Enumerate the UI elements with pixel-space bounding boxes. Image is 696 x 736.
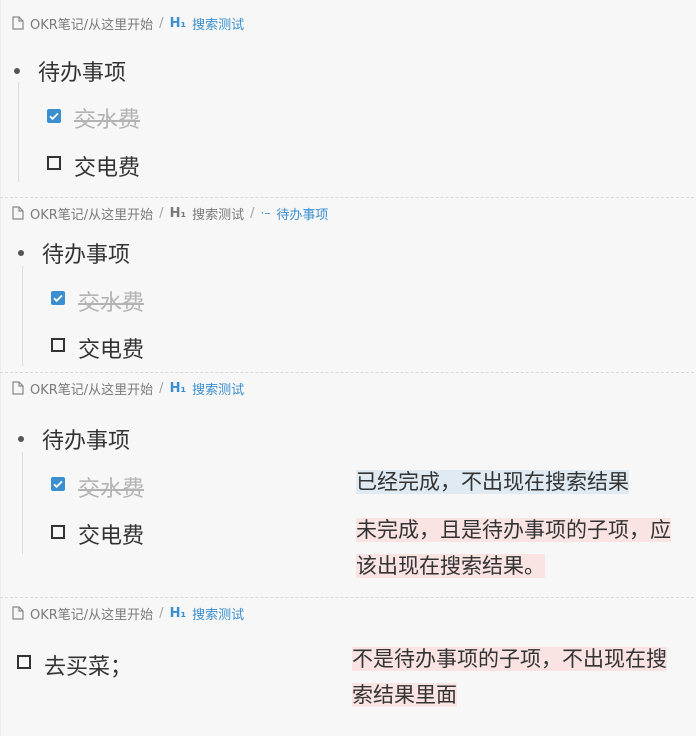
bullet-icon xyxy=(18,436,24,442)
divider xyxy=(0,372,694,373)
checkbox-checked[interactable] xyxy=(47,109,61,123)
document-icon xyxy=(12,16,24,30)
check-icon xyxy=(53,480,63,489)
annotation-text: 索结果里面 xyxy=(352,683,457,707)
todo-item-text: 交水费 xyxy=(78,477,145,502)
checkbox-unchecked[interactable] xyxy=(51,525,65,539)
list-item-parent[interactable]: 待办事项 xyxy=(18,423,130,455)
todo-item-text: 交水费 xyxy=(74,108,141,133)
document-icon xyxy=(12,206,24,220)
checkbox-unchecked[interactable] xyxy=(47,156,61,170)
search-results-page: OKR笔记/从这里开始 / H₁ 搜索测试 待办事项 交水费 交电费 OKR笔记… xyxy=(0,0,696,736)
checkbox-checked[interactable] xyxy=(51,477,65,491)
breadcrumb-root[interactable]: OKR笔记/从这里开始 xyxy=(30,204,153,223)
checkbox-unchecked[interactable] xyxy=(17,655,31,669)
breadcrumb-title[interactable]: 搜索测试 xyxy=(192,379,244,398)
breadcrumb[interactable]: OKR笔记/从这里开始 / H₁ 搜索测试 xyxy=(12,604,244,623)
bullet-icon xyxy=(18,250,24,256)
list-icon: ·– xyxy=(260,206,271,220)
list-item-text: 待办事项 xyxy=(42,429,131,454)
divider xyxy=(0,597,694,598)
breadcrumb[interactable]: OKR笔记/从这里开始 / H₁ 搜索测试 xyxy=(12,379,244,398)
annotation-text: 该出现在搜索结果。 xyxy=(356,554,545,578)
annotation-note: 不是待办事项的子项，不出现在搜 索结果里面 xyxy=(352,641,667,713)
nesting-guide xyxy=(22,266,23,366)
breadcrumb-root[interactable]: OKR笔记/从这里开始 xyxy=(30,604,153,623)
list-item-parent[interactable]: 待办事项 xyxy=(18,237,130,269)
breadcrumb[interactable]: OKR笔记/从这里开始 / H₁ 搜索测试 xyxy=(12,14,244,33)
checkbox-unchecked[interactable] xyxy=(51,338,65,352)
breadcrumb-separator: / xyxy=(159,205,164,221)
todo-item-text: 交电费 xyxy=(74,156,141,181)
checkbox-checked[interactable] xyxy=(51,291,65,305)
nesting-guide xyxy=(18,82,19,182)
document-icon xyxy=(12,381,24,395)
breadcrumb-separator: / xyxy=(159,15,164,31)
heading-level-icon: H₁ xyxy=(169,205,187,221)
nesting-guide xyxy=(22,452,23,554)
breadcrumb-separator: / xyxy=(250,205,255,221)
breadcrumb-separator: / xyxy=(159,380,164,396)
document-icon xyxy=(12,606,24,620)
breadcrumb-title[interactable]: 搜索测试 xyxy=(192,204,244,223)
annotation-text: 不是待办事项的子项，不出现在搜 xyxy=(352,647,667,671)
breadcrumb-title[interactable]: 搜索测试 xyxy=(192,14,244,33)
divider xyxy=(0,197,694,198)
annotation-text: 未完成，且是待办事项的子项，应 xyxy=(356,518,671,542)
heading-level-icon: H₁ xyxy=(169,15,187,31)
left-border xyxy=(0,0,1,736)
list-item-parent[interactable]: 待办事项 xyxy=(14,55,126,87)
breadcrumb-root[interactable]: OKR笔记/从这里开始 xyxy=(30,14,153,33)
check-icon xyxy=(49,112,59,121)
breadcrumb-separator: / xyxy=(159,605,164,621)
annotation-text: 已经完成，不出现在搜索结果 xyxy=(356,470,629,494)
bullet-icon xyxy=(14,68,20,74)
heading-level-icon: H₁ xyxy=(169,380,187,396)
todo-item-text: 交电费 xyxy=(78,524,145,549)
list-item-text: 待办事项 xyxy=(42,243,131,268)
breadcrumb-root[interactable]: OKR笔记/从这里开始 xyxy=(30,379,153,398)
todo-item-text: 去买菜； xyxy=(44,655,133,680)
todo-item-text: 交水费 xyxy=(78,291,145,316)
breadcrumb[interactable]: OKR笔记/从这里开始 / H₁ 搜索测试 / ·– 待办事项 xyxy=(12,204,328,223)
list-item-text: 待办事项 xyxy=(38,61,127,86)
todo-item-text: 交电费 xyxy=(78,338,145,363)
check-icon xyxy=(53,294,63,303)
annotation-note: 已经完成，不出现在搜索结果 xyxy=(356,464,629,500)
breadcrumb-title[interactable]: 搜索测试 xyxy=(192,604,244,623)
breadcrumb-leaf[interactable]: 待办事项 xyxy=(276,204,328,223)
annotation-note: 未完成，且是待办事项的子项，应 该出现在搜索结果。 xyxy=(356,512,671,584)
heading-level-icon: H₁ xyxy=(169,605,187,621)
